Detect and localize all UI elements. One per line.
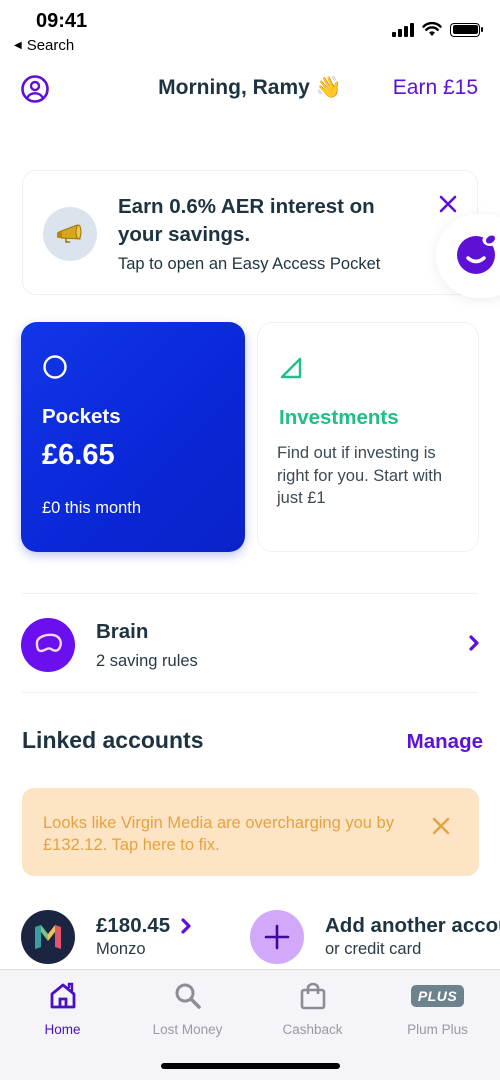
close-icon[interactable] xyxy=(437,193,459,215)
investments-description: Find out if investing is right for you. … xyxy=(277,444,443,507)
status-time: 09:41 xyxy=(36,10,88,32)
earn-referral-link[interactable]: Earn £15 xyxy=(393,76,478,100)
shopping-bag-icon xyxy=(300,982,325,1010)
add-account-subtitle: or credit card xyxy=(325,940,422,958)
pockets-amount: £6.65 xyxy=(42,439,115,471)
linked-accounts-title: Linked accounts xyxy=(22,727,204,753)
home-indicator xyxy=(161,1063,340,1069)
account-name: Monzo xyxy=(96,940,146,958)
plus-icon xyxy=(264,924,290,950)
promo-title: Earn 0.6% AER interest on your savings. xyxy=(118,195,375,246)
tab-lost-money[interactable]: Lost Money xyxy=(125,980,250,1040)
tab-home[interactable]: Home xyxy=(0,980,125,1040)
tab-label: Home xyxy=(44,1022,81,1037)
battery-icon xyxy=(450,22,483,37)
cellular-signal-icon xyxy=(392,22,414,37)
accounts-carousel[interactable]: £180.45 Monzo Add another account or cre… xyxy=(0,908,500,968)
triangle-icon xyxy=(280,357,302,379)
promo-subtitle: Tap to open an Easy Access Pocket xyxy=(118,255,381,273)
search-icon xyxy=(175,983,201,1009)
back-to-search-link[interactable]: ◀ Search xyxy=(14,37,74,54)
plus-badge-icon: PLUS xyxy=(410,985,465,1007)
tab-cashback[interactable]: Cashback xyxy=(250,980,375,1040)
tab-plum-plus[interactable]: PLUS Plum Plus xyxy=(375,980,500,1040)
back-search-label: Search xyxy=(26,37,75,54)
tab-label: Cashback xyxy=(282,1022,343,1037)
manage-accounts-link[interactable]: Manage xyxy=(407,730,483,754)
home-icon xyxy=(50,982,75,1009)
divider xyxy=(22,692,478,693)
account-balance-value: £180.45 xyxy=(96,914,171,937)
status-icons xyxy=(392,22,483,37)
brain-subtitle: 2 saving rules xyxy=(96,652,198,670)
overcharge-alert[interactable]: Looks like Virgin Media are overcharging… xyxy=(22,788,479,876)
alert-text: Looks like Virgin Media are overcharging… xyxy=(43,814,394,854)
tab-label: Plum Plus xyxy=(407,1022,468,1037)
back-arrow-icon: ◀ xyxy=(14,40,22,51)
brain-icon xyxy=(21,618,75,672)
tab-label: Lost Money xyxy=(152,1022,223,1037)
account-balance: £180.45 xyxy=(96,914,192,938)
pockets-title: Pockets xyxy=(42,405,121,428)
investments-title: Investments xyxy=(279,406,399,429)
divider xyxy=(22,593,478,594)
header: Morning, Ramy 👋 Earn £15 xyxy=(0,68,500,110)
wifi-icon xyxy=(422,22,442,36)
brain-title: Brain xyxy=(96,620,149,643)
waving-hand-icon: 👋 xyxy=(315,76,342,99)
megaphone-icon xyxy=(43,207,97,261)
status-bar: 09:41 ◀ Search xyxy=(0,0,500,60)
monzo-logo xyxy=(21,910,75,964)
chevron-right-icon xyxy=(469,635,479,651)
plum-chat-icon xyxy=(457,234,498,274)
brain-row[interactable]: Brain 2 saving rules xyxy=(0,596,500,692)
pockets-month-total: £0 this month xyxy=(42,499,142,517)
add-account-title: Add another account xyxy=(325,914,500,937)
close-icon[interactable] xyxy=(431,816,451,836)
chevron-right-icon xyxy=(181,918,191,934)
pockets-tile[interactable]: Pockets £6.65 £0 this month xyxy=(21,322,245,552)
promo-card[interactable]: Earn 0.6% AER interest on your savings. … xyxy=(22,170,478,295)
circle-icon xyxy=(43,355,67,379)
greeting-text: Morning, Ramy xyxy=(158,76,310,99)
investments-tile[interactable]: Investments Find out if investing is rig… xyxy=(257,322,479,552)
add-account-button[interactable] xyxy=(250,910,304,964)
